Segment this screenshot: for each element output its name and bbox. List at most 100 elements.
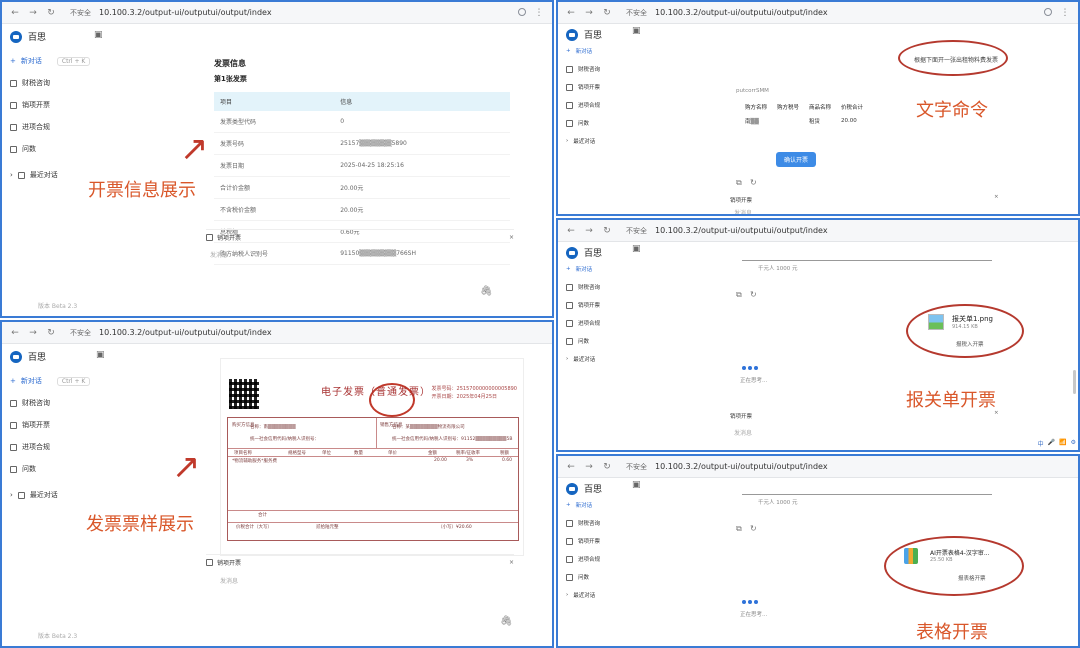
message-input[interactable]: 发消息 <box>734 428 752 437</box>
sidebar-toggle-icon[interactable]: ▣ <box>94 30 103 40</box>
uploaded-file-card[interactable]: 报关单1.png 914.15 KB <box>952 314 993 330</box>
menu-icon[interactable]: ⋮ <box>534 8 544 18</box>
menu-icon[interactable]: ⋮ <box>1060 8 1070 18</box>
reload-icon[interactable]: ↻ <box>602 226 612 236</box>
message-input[interactable]: 发消息 <box>210 250 228 259</box>
close-icon[interactable]: × <box>509 234 514 241</box>
invoice-icon <box>10 421 17 429</box>
sidebar-toggle-icon[interactable]: ▣ <box>632 26 641 36</box>
sidebar-item-output-invoice[interactable]: 销项开票 <box>10 94 90 116</box>
recent-label: 最近对话 <box>29 171 58 179</box>
sidebar-item-input-compliance[interactable]: 进项合规 <box>566 96 600 114</box>
copy-icon[interactable]: ⧉ <box>736 178 742 188</box>
new-chat-button[interactable]: + 新对话 Ctrl + K <box>10 50 91 72</box>
recent-chats-toggle[interactable]: › 最近对话 <box>566 350 600 368</box>
recent-chats-toggle[interactable]: › 最近对话 <box>566 132 600 150</box>
sidebar-item-query[interactable]: 问数 <box>566 332 600 350</box>
sidebar-toggle-icon[interactable]: ▣ <box>632 244 641 254</box>
confirm-invoice-button[interactable]: 确认开票 <box>776 152 817 167</box>
sidebar-item-output-invoice[interactable]: 销项开票 <box>566 532 600 550</box>
sidebar-item-label: 进项合规 <box>578 557 601 563</box>
recent-chats-toggle[interactable]: › 最近对话 <box>10 164 90 186</box>
sidebar-item-input-compliance[interactable]: 进项合规 <box>10 116 90 138</box>
sidebar-item-query[interactable]: 问数 <box>10 458 90 480</box>
sidebar-item-label: 销项开票 <box>22 421 50 429</box>
mic-icon[interactable]: 🎤 <box>1048 439 1055 448</box>
forward-icon[interactable]: → <box>28 8 38 18</box>
back-icon[interactable]: ← <box>566 226 576 236</box>
sidebar-item-label: 销项开票 <box>22 101 50 109</box>
sidebar-item-tax-consult[interactable]: 财税咨询 <box>566 60 600 78</box>
grid-line <box>376 418 377 448</box>
address-bar[interactable]: 10.100.3.2/output-ui/outputui/output/ind… <box>655 8 828 17</box>
close-icon[interactable]: × <box>994 194 999 200</box>
new-chat-button[interactable]: + 新对话 <box>566 260 600 278</box>
app-logo-icon <box>566 28 578 41</box>
back-icon[interactable]: ← <box>10 8 20 18</box>
back-icon[interactable]: ← <box>566 8 576 18</box>
profile-icon[interactable] <box>518 7 526 16</box>
invoice-number: 发票号码：2515700000000005890 <box>431 386 517 392</box>
forward-icon[interactable]: → <box>584 226 594 236</box>
close-icon[interactable]: × <box>509 559 514 566</box>
message-input[interactable]: 发消息 <box>734 208 752 214</box>
reload-icon[interactable]: ↻ <box>46 8 56 18</box>
app-name: 百思 <box>584 31 603 41</box>
sidebar-item-tax-consult[interactable]: 财税咨询 <box>566 514 600 532</box>
sidebar-item-query[interactable]: 问数 <box>10 138 90 160</box>
sidebar-item-tax-consult[interactable]: 财税咨询 <box>10 72 90 94</box>
sidebar-item-query[interactable]: 问数 <box>566 568 600 586</box>
reload-icon[interactable]: ↻ <box>602 8 612 18</box>
sidebar-item-output-invoice[interactable]: 销项开票 <box>10 414 90 436</box>
sidebar-item-query[interactable]: 问数 <box>566 114 600 132</box>
sidebar-item-label: 财税咨询 <box>22 399 50 407</box>
new-chat-button[interactable]: + 新对话 <box>566 42 600 60</box>
recent-chats-toggle[interactable]: › 最近对话 <box>10 484 90 506</box>
sidebar-item-output-invoice[interactable]: 销项开票 <box>566 78 600 96</box>
sidebar-item-input-compliance[interactable]: 进项合规 <box>566 314 600 332</box>
address-bar[interactable]: 10.100.3.2/output-ui/outputui/output/ind… <box>655 226 828 235</box>
input-method-icon[interactable]: 中 <box>1038 439 1044 448</box>
sidebar-item-input-compliance[interactable]: 进项合规 <box>10 436 90 458</box>
browser-toolbar: ← → ↻ 不安全 10.100.3.2/output-ui/outputui/… <box>558 220 1078 242</box>
refresh-icon[interactable]: ↻ <box>750 178 757 187</box>
plus-icon: + <box>566 502 571 508</box>
invoice-info-title: 发票信息 <box>214 59 246 68</box>
attachment-icon[interactable]: 🖇 <box>500 616 513 627</box>
sidebar-item-input-compliance[interactable]: 进项合规 <box>566 550 600 568</box>
back-icon[interactable]: ← <box>10 328 20 338</box>
network-icon[interactable]: 📶 <box>1059 439 1066 448</box>
sidebar-item-tax-consult[interactable]: 财税咨询 <box>10 392 90 414</box>
refresh-icon[interactable]: ↻ <box>750 290 757 299</box>
new-chat-button[interactable]: + 新对话 Ctrl + K <box>10 370 91 392</box>
consult-icon <box>10 79 17 87</box>
address-bar[interactable]: 10.100.3.2/output-ui/outputui/output/ind… <box>99 8 272 17</box>
reload-icon[interactable]: ↻ <box>602 462 612 472</box>
profile-icon[interactable] <box>1044 7 1052 16</box>
annotation-label: 文字命令 <box>916 100 988 121</box>
copy-icon[interactable]: ⧉ <box>736 524 742 534</box>
forward-icon[interactable]: → <box>28 328 38 338</box>
sidebar-toggle-icon[interactable]: ▣ <box>632 480 641 490</box>
settings-icon[interactable]: ⚙ <box>1071 439 1076 448</box>
attachment-icon[interactable]: 🖇 <box>480 286 493 297</box>
back-icon[interactable]: ← <box>566 462 576 472</box>
refresh-icon[interactable]: ↻ <box>750 524 757 533</box>
table-cell: 发票号码 <box>214 132 335 155</box>
message-input[interactable]: 发消息 <box>220 576 238 585</box>
scrollbar[interactable] <box>1073 370 1076 394</box>
item-header: 数量 <box>354 451 363 456</box>
reload-icon[interactable]: ↻ <box>46 328 56 338</box>
recent-chats-toggle[interactable]: › 最近对话 <box>566 586 600 604</box>
address-bar[interactable]: 10.100.3.2/output-ui/outputui/output/ind… <box>99 328 272 337</box>
address-bar[interactable]: 10.100.3.2/output-ui/outputui/output/ind… <box>655 462 828 471</box>
forward-icon[interactable]: → <box>584 8 594 18</box>
sidebar-item-tax-consult[interactable]: 财税咨询 <box>566 278 600 296</box>
uploaded-file-card[interactable]: AI开票表格4-汉字审... 25.50 KB <box>930 548 990 563</box>
new-chat-button[interactable]: + 新对话 <box>566 496 600 514</box>
sidebar-toggle-icon[interactable]: ▣ <box>96 350 105 360</box>
copy-icon[interactable]: ⧉ <box>736 290 742 300</box>
forward-icon[interactable]: → <box>584 462 594 472</box>
total-upper-label: 价税合计（大写） <box>236 525 272 530</box>
sidebar-item-output-invoice[interactable]: 销项开票 <box>566 296 600 314</box>
